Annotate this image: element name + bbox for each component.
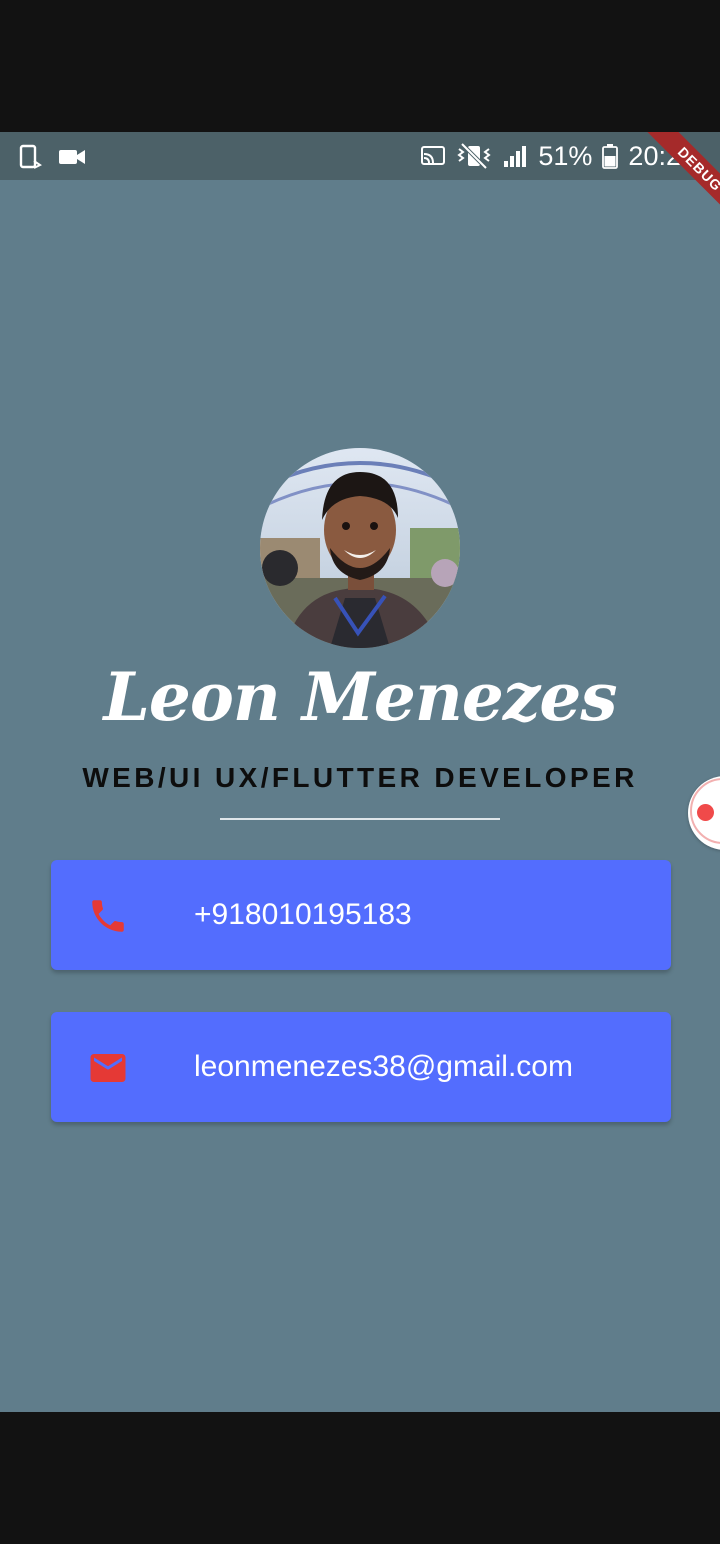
battery-icon — [602, 143, 619, 169]
status-right-icons: 51% 20:21 — [420, 140, 696, 171]
video-camera-icon — [58, 147, 86, 167]
phone-icon — [87, 895, 129, 937]
clock: 20:21 — [628, 140, 696, 171]
phone-number: +918010195183 — [194, 898, 412, 931]
divider — [220, 818, 500, 820]
profile-name: Leon Menezes — [103, 658, 617, 736]
battery-percent: 51% — [538, 140, 593, 171]
vibrate-mute-icon — [456, 143, 492, 169]
bottom-black-bar — [0, 1412, 720, 1544]
phone-card[interactable]: +918010195183 — [51, 860, 671, 970]
status-left-icons — [18, 144, 86, 170]
email-address: leonmenezes38@gmail.com — [194, 1050, 573, 1083]
record-dot-icon — [697, 804, 714, 821]
status-bar: 51% 20:21 — [0, 132, 720, 180]
cast-icon — [420, 145, 446, 167]
email-card[interactable]: leonmenezes38@gmail.com — [51, 1012, 671, 1122]
app-screen: Leon Menezes WEB/UI UX/FLUTTER DEVELOPER… — [0, 180, 720, 1412]
avatar — [260, 448, 460, 648]
profile-role: WEB/UI UX/FLUTTER DEVELOPER — [82, 762, 638, 793]
screen-rotate-icon — [18, 144, 44, 170]
top-black-bar — [0, 0, 720, 132]
mail-icon — [87, 1047, 129, 1089]
signal-icon — [502, 144, 528, 168]
